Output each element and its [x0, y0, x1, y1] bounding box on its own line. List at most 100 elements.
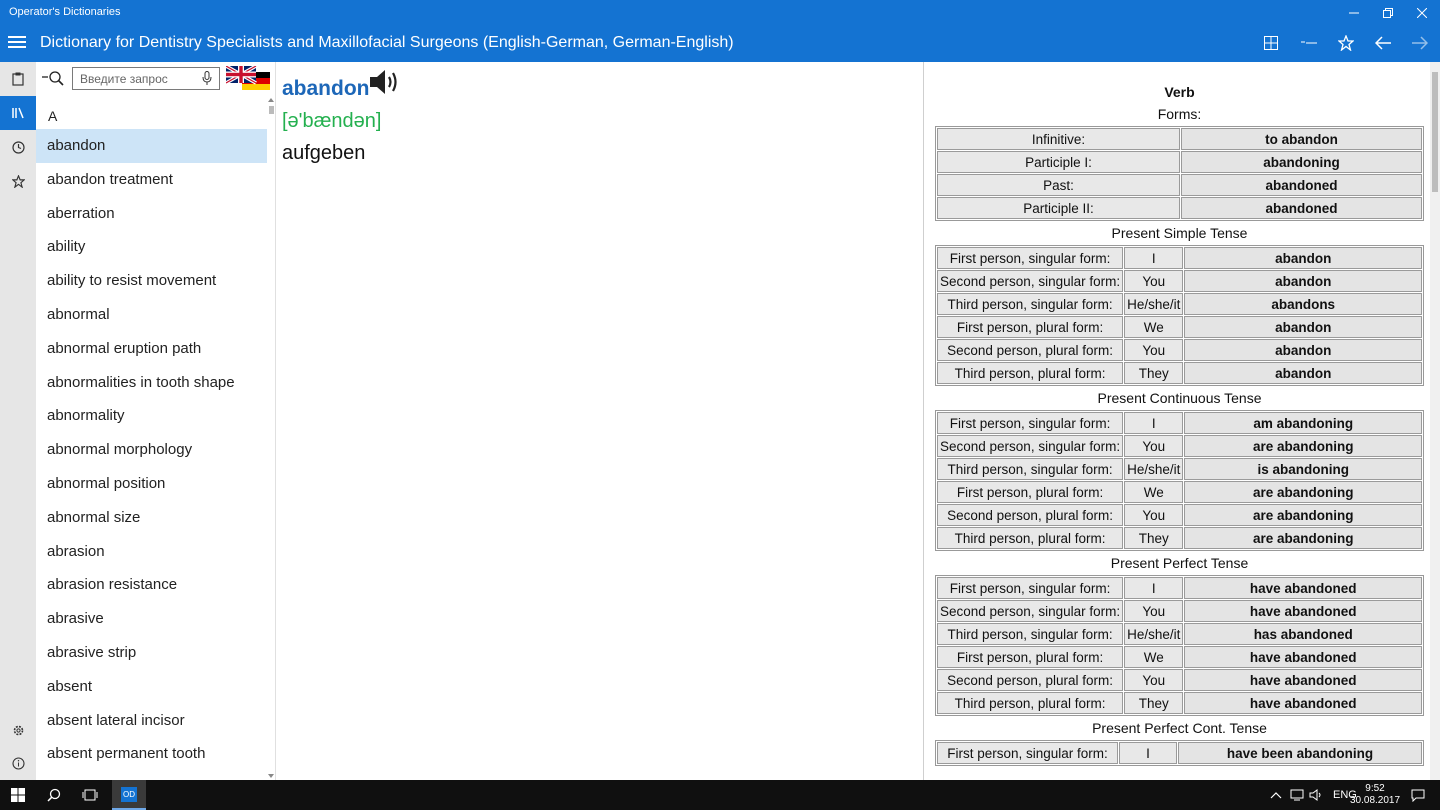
word-list-item[interactable]: abnormal morphology	[36, 433, 267, 467]
person-label: First person, singular form:	[937, 412, 1124, 434]
forms-row: Participle II: abandoned	[937, 197, 1422, 219]
word-list-item[interactable]: absent lateral incisor	[36, 704, 267, 738]
back-arrow-icon	[1375, 36, 1391, 50]
taskbar-dictionary-app[interactable]: OD	[112, 780, 146, 810]
microphone-icon[interactable]	[202, 71, 212, 86]
tense-row: Third person, singular form: He/she/it aba…	[937, 293, 1422, 315]
forward-button[interactable]	[1407, 31, 1433, 55]
word-list-item[interactable]: abnormal	[36, 298, 267, 332]
word-list-item[interactable]: abnormality	[36, 399, 267, 433]
network-icon[interactable]	[1290, 789, 1304, 801]
system-tray: ENG	[1270, 780, 1357, 810]
form-label: Participle I:	[937, 151, 1180, 173]
clipboard-icon	[12, 72, 24, 86]
hamburger-icon	[8, 36, 26, 38]
grammar-scroll-thumb[interactable]	[1432, 72, 1438, 192]
rail-history[interactable]	[0, 130, 36, 164]
form-label: Past:	[937, 174, 1180, 196]
clock-date: 30.08.2017	[1350, 795, 1401, 806]
task-view-button[interactable]	[72, 780, 108, 810]
form-label: Participle II:	[937, 197, 1180, 219]
tense-row: First person, singular form: Iabandon	[937, 247, 1422, 269]
tense-row: Second person, plural form: You are abando…	[937, 504, 1422, 526]
tense-row: First person, plural form: We are abandoni…	[937, 481, 1422, 503]
verb-form: has abandoned	[1184, 623, 1422, 645]
verb-form: are abandoning	[1184, 504, 1422, 526]
start-button[interactable]	[0, 780, 36, 810]
grid-view-button[interactable]	[1258, 31, 1284, 55]
search-input[interactable]	[72, 67, 220, 90]
chevron-up-icon[interactable]	[1270, 791, 1282, 799]
tense-table: First person, singular form: Iabandon Seco…	[935, 245, 1424, 386]
scroll-up-arrow-icon[interactable]	[268, 98, 274, 102]
settings-icon	[13, 725, 23, 735]
rail-clipboard[interactable]	[0, 62, 36, 96]
word-list-item[interactable]: abandon treatment	[36, 163, 267, 197]
word-list-pane: A abandonabandon treatmentaberrationabil…	[36, 62, 276, 780]
menu-button[interactable]	[8, 33, 28, 53]
person-label: Second person, plural form:	[937, 339, 1124, 361]
back-button[interactable]	[1370, 31, 1396, 55]
scroll-down-arrow-icon[interactable]	[268, 774, 274, 778]
pronoun: He/she/it	[1124, 293, 1184, 315]
word-list-item[interactable]: aberration	[36, 197, 267, 231]
favorite-button[interactable]	[1333, 31, 1359, 55]
entry-transcription: [ə'bændən]	[282, 110, 382, 132]
word-list-item[interactable]: abandon	[36, 129, 267, 163]
zoom-out-icon[interactable]	[42, 69, 64, 89]
history-icon	[11, 140, 25, 154]
windows-logo-icon	[11, 788, 25, 802]
speaker-icon[interactable]	[368, 68, 400, 96]
word-list-item[interactable]: absent	[36, 670, 267, 704]
rail-settings[interactable]	[0, 713, 36, 747]
pronoun: You	[1124, 270, 1184, 292]
rail-favorites[interactable]	[0, 164, 36, 198]
minimize-button[interactable]	[1337, 0, 1371, 25]
clock[interactable]: 9:52 30.08.2017	[1350, 783, 1400, 807]
close-icon	[1417, 7, 1427, 18]
word-list-item[interactable]: abrasive strip	[36, 636, 267, 670]
pronoun: He/she/it	[1124, 623, 1184, 645]
word-list-item[interactable]: abrasion	[36, 535, 267, 569]
verb-form: have been abandoning	[1178, 742, 1422, 764]
word-list-item[interactable]: abnormalities in tooth shape	[36, 366, 267, 400]
word-list-item[interactable]: ability to resist movement	[36, 264, 267, 298]
rail-info[interactable]	[0, 746, 36, 780]
tense-row: First person, singular form: Ihave abando…	[937, 577, 1422, 599]
dictionary-app-icon: OD	[121, 787, 137, 802]
close-button[interactable]	[1405, 0, 1439, 25]
pronoun: They	[1124, 692, 1184, 714]
word-list-item[interactable]: abnormal eruption path	[36, 332, 267, 366]
grammar-scrollbar[interactable]	[1430, 62, 1440, 780]
word-list-item[interactable]: ability	[36, 230, 267, 264]
action-center-button[interactable]	[1400, 780, 1436, 810]
verb-form: have abandoned	[1184, 577, 1422, 599]
word-list-item[interactable]: abrasive	[36, 602, 267, 636]
rail-library[interactable]	[0, 96, 36, 130]
person-label: Third person, plural form:	[937, 362, 1124, 384]
word-list-item[interactable]: abrasion resistance	[36, 568, 267, 602]
tense-table: First person, singular form: Ihave been a…	[935, 740, 1424, 766]
person-label: First person, singular form:	[937, 577, 1124, 599]
word-list-item[interactable]: abnormal position	[36, 467, 267, 501]
tense-row: First person, plural form: We abandon	[937, 316, 1422, 338]
taskbar-search-button[interactable]	[36, 780, 72, 810]
tense-title: Present Continuous Tense	[1097, 390, 1262, 406]
task-view-icon	[82, 789, 98, 801]
nav-rail	[0, 62, 36, 780]
scroll-thumb[interactable]	[269, 106, 274, 114]
language-flags-icon[interactable]	[226, 66, 270, 90]
pronoun: You	[1124, 669, 1184, 691]
volume-icon[interactable]	[1309, 789, 1323, 801]
app-header: Dictionary for Dentistry Specialists and…	[0, 25, 1440, 62]
maximize-button[interactable]	[1371, 0, 1405, 25]
person-label: Third person, singular form:	[937, 458, 1124, 480]
verb-form: are abandoning	[1184, 527, 1422, 549]
pronoun: I	[1119, 742, 1177, 764]
verb-form: have abandoned	[1184, 646, 1422, 668]
tense-row: Third person, singular form: He/she/it is …	[937, 458, 1422, 480]
word-list-item[interactable]: absent permanent tooth	[36, 737, 267, 771]
word-list-scrollbar[interactable]	[267, 96, 276, 780]
word-list-item[interactable]: abnormal size	[36, 501, 267, 535]
collapse-button[interactable]	[1296, 31, 1322, 55]
